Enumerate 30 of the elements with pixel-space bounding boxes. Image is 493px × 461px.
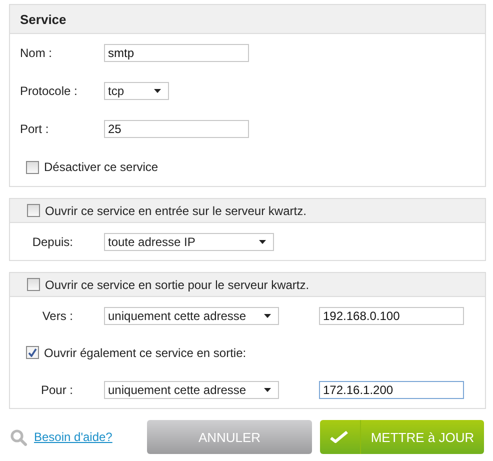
caret-icon — [259, 240, 266, 244]
checkbox-label: Ouvrir ce service en entrée sur le serveur kwartz. — [45, 204, 306, 218]
field-label: Pour : — [40, 382, 74, 396]
checkbox[interactable] — [26, 346, 39, 359]
checkbox[interactable] — [27, 204, 40, 217]
dropdown[interactable]: uniquement cette adresse — [104, 306, 279, 324]
checkbox-label: Ouvrir ce service en sortie pour le serveur kwartz. — [45, 278, 310, 292]
field-label: Nom : — [19, 46, 54, 60]
checkbox[interactable] — [26, 160, 39, 174]
dropdown[interactable]: tcp — [104, 82, 169, 100]
check-icon — [330, 431, 348, 443]
caret-icon — [264, 388, 271, 392]
field-label: Depuis: — [31, 234, 74, 248]
input-field[interactable]: 25 — [104, 120, 249, 138]
search-icon — [10, 428, 27, 446]
dropdown[interactable]: uniquement cette adresse — [104, 380, 279, 398]
caret-icon — [264, 314, 271, 318]
checkbox-label: Ouvrir également ce service en sortie: — [44, 346, 246, 360]
field-label: Port : — [19, 122, 50, 136]
input-field[interactable]: 172.16.1.200 — [319, 380, 464, 398]
input-field[interactable]: 192.168.0.100 — [319, 306, 464, 324]
field-label: Protocole : — [19, 84, 78, 98]
checkbox-label: Désactiver ce service — [44, 160, 158, 174]
help-link[interactable]: Besoin d'aide? — [34, 430, 112, 444]
panel-title: Service — [20, 12, 66, 26]
caret-icon — [154, 89, 161, 93]
input-field[interactable]: smtp — [104, 44, 249, 62]
dropdown[interactable]: toute adresse IP — [104, 232, 274, 250]
checkbox[interactable] — [27, 278, 40, 291]
field-label: Vers : — [41, 308, 74, 322]
